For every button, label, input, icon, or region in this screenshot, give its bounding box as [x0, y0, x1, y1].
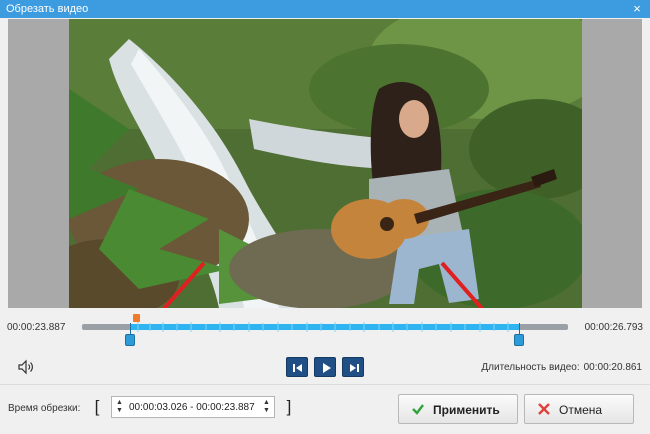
video-duration: Длительность видео: 00:00:20.861 [481, 362, 642, 373]
cancel-button[interactable]: Отмена [524, 394, 634, 424]
end-stepper[interactable]: ▲ ▼ [262, 399, 271, 415]
set-end-bracket-button[interactable]: ] [282, 396, 296, 418]
play-button[interactable] [314, 357, 336, 377]
skip-forward-icon [350, 364, 359, 372]
selected-range[interactable] [130, 321, 519, 333]
playhead[interactable] [133, 314, 140, 322]
trim-range-field[interactable]: ▲ ▼ 00:00:03.026 - 00:00:23.887 ▲ ▼ [111, 396, 275, 418]
trim-end-handle[interactable] [514, 323, 524, 346]
timeline: 00:00:23.887 00:00:26.793 [0, 308, 650, 350]
play-icon [323, 363, 331, 373]
title-bar: Обрезать видео × [0, 0, 650, 18]
skip-forward-button[interactable] [342, 357, 364, 377]
window-title: Обрезать видео [6, 3, 89, 15]
skip-back-button[interactable] [286, 357, 308, 377]
trim-start-time: 00:00:23.887 [7, 322, 66, 333]
speaker-icon[interactable] [17, 359, 35, 375]
end-up-icon[interactable]: ▲ [262, 399, 271, 407]
cancel-label: Отмена [559, 403, 603, 417]
trim-range-value: 00:00:03.026 - 00:00:23.887 [129, 402, 255, 413]
apply-button[interactable]: Применить [398, 394, 518, 424]
set-start-bracket-button[interactable]: [ [90, 396, 104, 418]
video-preview [8, 19, 642, 308]
annotation-arrows [161, 261, 485, 308]
apply-label: Применить [433, 403, 500, 417]
start-up-icon[interactable]: ▲ [115, 399, 124, 407]
start-down-icon[interactable]: ▼ [115, 407, 124, 415]
bottom-bar: Время обрезки: [ ▲ ▼ 00:00:03.026 - 00:0… [0, 385, 650, 434]
trim-start-handle[interactable] [125, 323, 135, 346]
start-stepper[interactable]: ▲ ▼ [115, 399, 124, 415]
trim-label: Время обрезки: [8, 403, 81, 414]
close-icon[interactable]: × [630, 1, 644, 16]
x-icon [538, 403, 550, 415]
duration-value: 00:00:20.861 [583, 362, 642, 373]
player-controls: Длительность видео: 00:00:20.861 [0, 352, 650, 384]
end-down-icon[interactable]: ▼ [262, 407, 271, 415]
trim-end-time: 00:00:26.793 [584, 322, 643, 333]
skip-back-icon [293, 364, 302, 372]
check-icon [412, 404, 424, 415]
duration-label: Длительность видео: [481, 362, 580, 373]
